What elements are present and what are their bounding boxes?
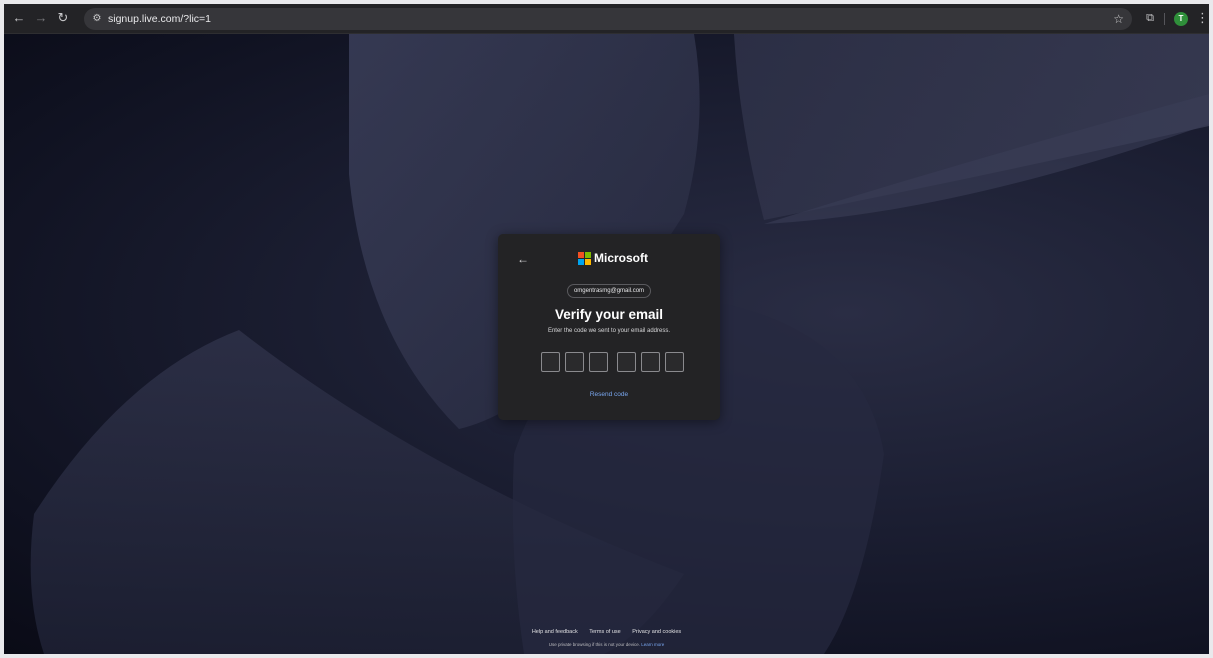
- logo-square-red: [578, 252, 584, 258]
- verify-email-card: ← Microsoft omgentrasmg@gmail.com Verify…: [498, 234, 720, 420]
- browser-toolbar: ← → ↻ ⚙ signup.live.com/?lic=1 ☆ ⧉ T ⋮: [4, 4, 1209, 34]
- reload-icon[interactable]: ↻: [54, 9, 72, 27]
- brand-name: Microsoft: [594, 251, 648, 265]
- forward-arrow-icon[interactable]: →: [32, 9, 50, 27]
- logo-square-green: [585, 252, 591, 258]
- help-feedback-link[interactable]: Help and feedback: [532, 629, 578, 635]
- logo-square-yellow: [585, 259, 591, 265]
- back-arrow-icon[interactable]: ←: [516, 252, 530, 266]
- instruction-text: Enter the code we sent to your email add…: [547, 328, 671, 334]
- footer-note: Use private browsing if this is not your…: [4, 641, 1209, 648]
- code-digit-6[interactable]: [665, 352, 684, 372]
- terms-of-use-link[interactable]: Terms of use: [589, 629, 620, 635]
- site-info-icon[interactable]: ⚙: [90, 12, 104, 26]
- code-digit-1[interactable]: [541, 352, 560, 372]
- code-digit-2[interactable]: [565, 352, 584, 372]
- footer-links: Help and feedback Terms of use Privacy a…: [4, 628, 1209, 636]
- code-digit-5[interactable]: [641, 352, 660, 372]
- back-arrow-icon[interactable]: ←: [10, 9, 28, 27]
- resend-code-link[interactable]: Resend code: [498, 390, 720, 400]
- url-text[interactable]: signup.live.com/?lic=1: [108, 11, 211, 27]
- toolbar-divider: [1164, 13, 1165, 25]
- private-browsing-note: Use private browsing if this is not your…: [548, 642, 640, 647]
- logo-square-blue: [578, 259, 584, 265]
- extensions-puzzle-icon[interactable]: ⧉: [1143, 11, 1157, 25]
- profile-avatar[interactable]: T: [1174, 12, 1188, 26]
- code-digit-3[interactable]: [589, 352, 608, 372]
- microsoft-grid-icon: [578, 252, 591, 265]
- code-digit-4[interactable]: [617, 352, 636, 372]
- page-background: ← Microsoft omgentrasmg@gmail.com Verify…: [4, 34, 1209, 654]
- more-menu-icon[interactable]: ⋮: [1196, 10, 1209, 26]
- email-identity-pill: omgentrasmg@gmail.com: [567, 284, 651, 298]
- page-title: Verify your email: [554, 307, 664, 322]
- learn-more-link[interactable]: Learn more: [641, 642, 664, 647]
- address-bar[interactable]: ⚙ signup.live.com/?lic=1 ☆: [84, 8, 1132, 30]
- bookmark-star-icon[interactable]: ☆: [1113, 10, 1124, 28]
- privacy-cookies-link[interactable]: Privacy and cookies: [632, 629, 681, 635]
